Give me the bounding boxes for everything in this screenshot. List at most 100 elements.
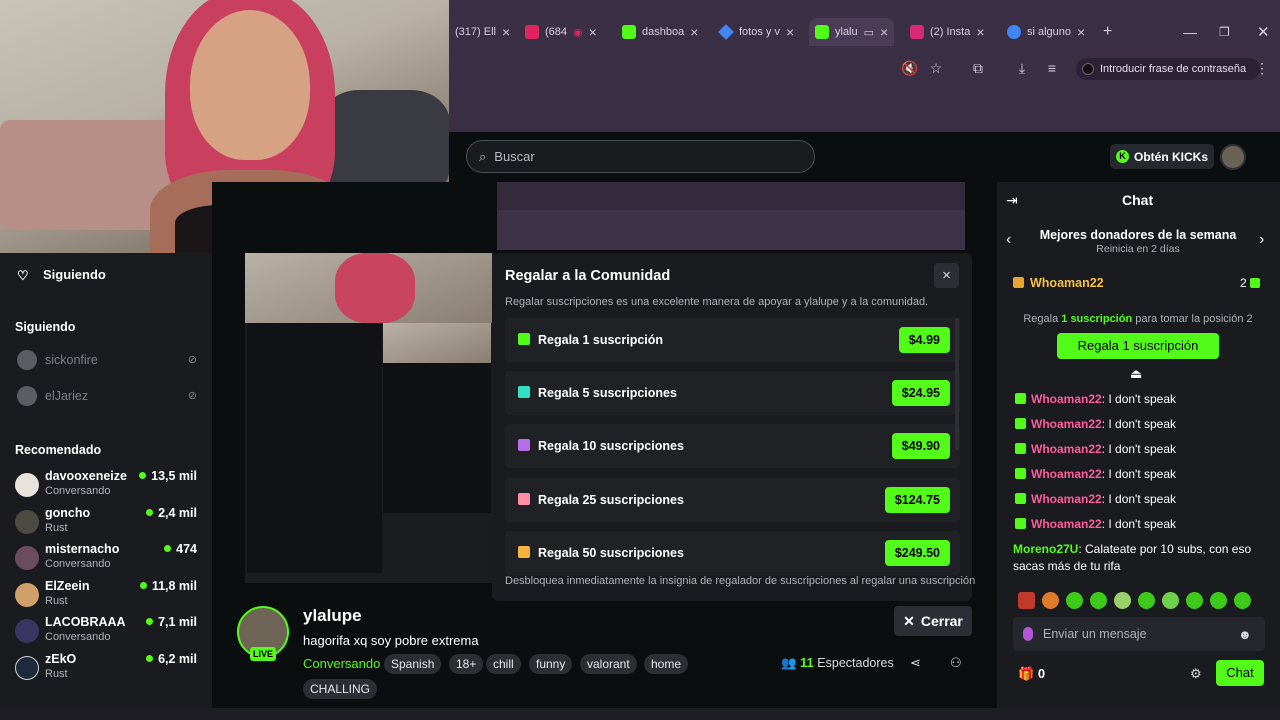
close-icon[interactable]: × <box>976 24 984 40</box>
browser-tab[interactable]: fotos y v × <box>713 18 800 46</box>
browser-tab[interactable]: (2) Insta × <box>904 18 991 46</box>
browser-tab[interactable]: (317) Ell × <box>449 18 516 46</box>
recommended-section-title: Recomendado <box>15 443 102 457</box>
follow-user-icon[interactable]: ⚇ <box>950 655 962 671</box>
tab-label: (684 <box>545 26 568 38</box>
tag-chip[interactable]: Spanish <box>384 654 442 674</box>
following-heart-icon[interactable]: ♡ <box>17 268 29 284</box>
sub-badge-icon <box>1015 418 1026 429</box>
stream-category-link[interactable]: Conversando <box>303 656 380 671</box>
window-close-icon[interactable]: ✕ <box>1251 18 1276 46</box>
extensions-icon[interactable]: ⧉ <box>970 60 986 76</box>
emote-icon[interactable] <box>1042 592 1059 609</box>
close-icon[interactable]: × <box>589 24 597 40</box>
gift-option-25[interactable]: Regala 25 suscripciones $124.75 <box>505 478 960 522</box>
pinned-toggle-icon[interactable]: ⏏ <box>1130 366 1142 382</box>
browser-tab-bar: (317) Ell × (684 ◉ × dashboa × fotos y v × yl… <box>449 14 1280 50</box>
chat-message-input[interactable]: Enviar un mensaje <box>1013 617 1265 651</box>
stream-title: hagorifa xq soy pobre extrema <box>303 633 479 648</box>
tab-label: (2) Insta <box>930 26 971 38</box>
tag-chip[interactable]: CHALLING <box>303 679 378 699</box>
gift-sub-button[interactable]: Regala 1 suscripción <box>1057 333 1219 359</box>
emote-icon[interactable] <box>1210 592 1227 609</box>
viewers-icon: 👥 <box>781 656 801 670</box>
emoji-icon[interactable]: ☻ <box>1238 627 1252 642</box>
close-icon[interactable]: × <box>880 24 888 40</box>
gift-price-button[interactable]: $24.95 <box>891 380 950 406</box>
star-icon[interactable]: ☆ <box>928 60 944 76</box>
share-icon[interactable]: ⋖ <box>910 655 921 671</box>
sub-badge-icon <box>1015 493 1026 504</box>
gift-price-button[interactable]: $4.99 <box>898 327 950 353</box>
sidebar-item-channel[interactable]: ElZeein Rust 11,8 mil <box>15 579 205 613</box>
close-icon[interactable]: × <box>502 24 510 40</box>
emote-icon[interactable] <box>1114 592 1131 609</box>
gift-option-10[interactable]: Regala 10 suscripciones $49.90 <box>505 424 960 468</box>
close-icon[interactable]: × <box>690 24 698 40</box>
emote-icon[interactable] <box>1234 592 1251 609</box>
sub-badge-icon <box>1015 468 1026 479</box>
tag-chip[interactable]: funny <box>529 654 573 674</box>
sidebar-following-header[interactable]: Siguiendo <box>43 267 106 282</box>
get-kicks-button[interactable]: K Obtén KICKs <box>1110 144 1214 169</box>
chevron-right-icon[interactable]: › <box>1259 231 1264 249</box>
menu-icon[interactable]: ⋮ <box>1254 60 1270 76</box>
gift-option-5[interactable]: Regala 5 suscripciones $24.95 <box>505 371 960 415</box>
donor-badge-icon <box>1013 277 1024 288</box>
sidebar-item-channel[interactable]: zEkO Rust 6,2 mil <box>15 652 205 686</box>
tag-chip[interactable]: 18+ <box>449 654 484 674</box>
sidebar-item-following[interactable]: sickonfire ⊘ <box>15 350 205 374</box>
emote-icon[interactable] <box>1186 592 1203 609</box>
close-icon[interactable]: × <box>1077 24 1085 40</box>
chat-send-button[interactable]: Chat <box>1216 660 1264 686</box>
modal-scrollbar[interactable] <box>955 318 959 450</box>
sub-badge-icon <box>1015 443 1026 454</box>
emote-icon[interactable] <box>1090 592 1107 609</box>
emote-icon[interactable] <box>1162 592 1179 609</box>
gift-counter[interactable]: 🎁 0 <box>1018 666 1045 682</box>
emote-icon[interactable] <box>1138 592 1155 609</box>
browser-tab[interactable]: dashboa × <box>616 18 704 46</box>
passphrase-prompt[interactable]: Introducir frase de contraseña <box>1076 58 1260 80</box>
sidebar-item-channel[interactable]: misternacho Conversando 474 <box>15 542 205 576</box>
close-modal-button[interactable]: × <box>934 263 959 288</box>
tag-chip[interactable]: home <box>644 654 689 674</box>
tab-label: fotos y v <box>739 26 780 38</box>
gift-price-button[interactable]: $49.90 <box>891 433 950 459</box>
close-button[interactable]: ✕ Cerrar <box>894 606 972 636</box>
stream-video-content <box>245 253 492 323</box>
sidebar-item-channel[interactable]: goncho Rust 2,4 mil <box>15 506 205 540</box>
user-avatar[interactable] <box>1220 144 1246 170</box>
sidebar-item-channel[interactable]: LACOBRAAA Conversando 7,1 mil <box>15 615 205 649</box>
tag-chip[interactable]: valorant <box>580 654 637 674</box>
media-control-icon[interactable]: ≡ <box>1044 60 1060 76</box>
gift-option-1[interactable]: Regala 1 suscripción $4.99 <box>505 318 960 362</box>
search-input[interactable]: ⌕ Buscar <box>466 140 815 173</box>
top-donor[interactable]: Whoaman22 <box>1013 276 1104 290</box>
gift-option-50[interactable]: Regala 50 suscripciones $249.50 <box>505 531 960 575</box>
sidebar-item-channel[interactable]: davooxeneize Conversando 13,5 mil <box>15 469 205 503</box>
download-icon[interactable]: ⤓ <box>1014 60 1030 76</box>
new-tab-button[interactable]: + <box>1097 18 1118 46</box>
mute-icon[interactable]: 🔇 <box>901 60 918 76</box>
gear-icon[interactable]: ⚙ <box>1190 666 1202 682</box>
maximize-icon[interactable]: ❐ <box>1213 18 1236 46</box>
close-icon[interactable]: × <box>786 24 794 40</box>
sub-badge-icon <box>1015 518 1026 529</box>
browser-tab-active[interactable]: ylalu ▭ × <box>809 18 895 46</box>
tag-chip[interactable]: chill <box>486 654 521 674</box>
mic-icon[interactable] <box>1023 627 1033 641</box>
browser-tab[interactable]: (684 ◉ × <box>519 18 603 46</box>
gift-price-button[interactable]: $124.75 <box>884 487 950 513</box>
gift-price-button[interactable]: $249.50 <box>884 540 950 566</box>
collapse-chat-icon[interactable]: ⇥ <box>1006 192 1018 209</box>
minimize-icon[interactable]: — <box>1177 18 1203 46</box>
offline-icon: ⊘ <box>187 390 197 402</box>
chevron-left-icon[interactable]: ‹ <box>1006 231 1011 249</box>
sidebar-item-following[interactable]: elJariez ⊘ <box>15 386 205 410</box>
streamer-name[interactable]: ylalupe <box>303 606 362 626</box>
avatar <box>15 510 39 534</box>
emote-icon[interactable] <box>1066 592 1083 609</box>
browser-tab[interactable]: si alguno × <box>1001 18 1091 46</box>
emote-icon[interactable] <box>1018 592 1035 609</box>
